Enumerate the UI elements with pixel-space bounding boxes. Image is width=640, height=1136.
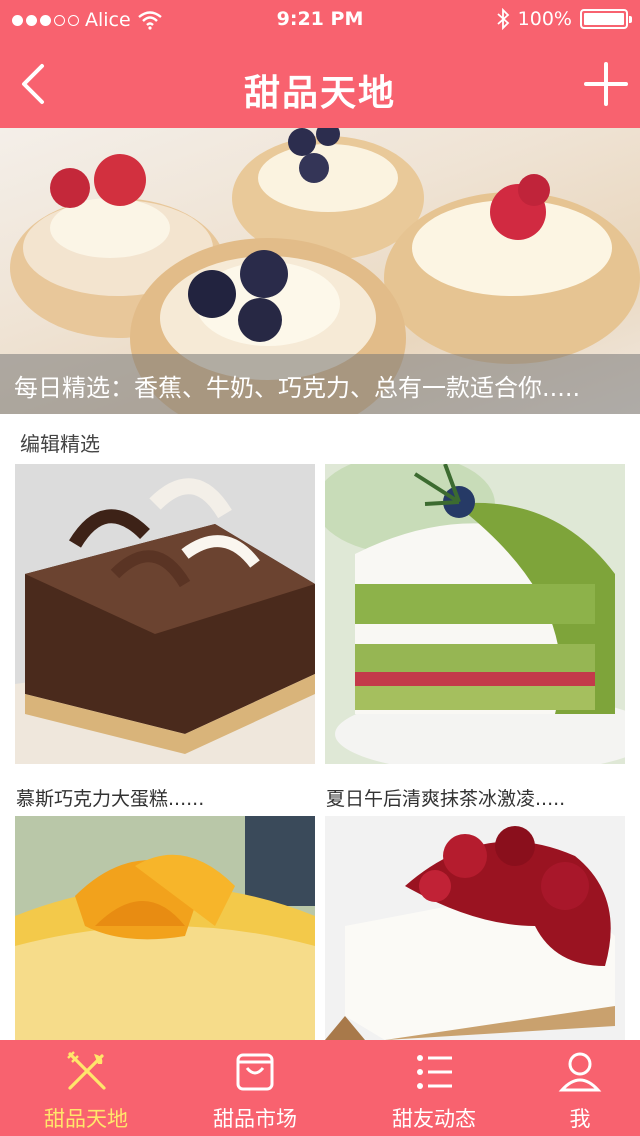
tab-dessert-world[interactable]: 甜品天地 (16, 1040, 156, 1136)
tab-label: 我 (569, 1107, 591, 1131)
tab-label: 甜品市场 (213, 1107, 297, 1131)
app-header: Alice 9:21 PM 100% 甜品天地 (0, 0, 640, 128)
mango-mousse-image (15, 816, 315, 1040)
hero-caption: 每日精选：香蕉、牛奶、巧克力、总有一款适合你..... (0, 354, 640, 414)
tab-friends-feed[interactable]: 甜友动态 (364, 1040, 504, 1136)
status-bar: Alice 9:21 PM 100% (0, 0, 640, 40)
grid-item-label[interactable]: 慕斯巧克力大蛋糕...... (16, 784, 204, 811)
list-icon (417, 1055, 452, 1089)
tab-bar: 甜品天地 甜品市场 甜友动态 我 (0, 1040, 640, 1136)
plus-icon[interactable] (584, 62, 628, 106)
hero-banner[interactable]: 每日精选：香蕉、牛奶、巧克力、总有一款适合你..... (0, 128, 640, 414)
fork-knife-icon (67, 1051, 106, 1090)
bluetooth-icon (497, 8, 509, 30)
grid-item-image[interactable] (325, 816, 625, 1040)
tab-label: 甜品天地 (44, 1107, 128, 1131)
battery-percent: 100% (517, 8, 572, 30)
tab-label: 甜友动态 (392, 1107, 476, 1131)
tab-me[interactable]: 我 (520, 1040, 640, 1136)
shopping-bag-icon (236, 1053, 274, 1091)
grid-item-image[interactable] (15, 816, 315, 1040)
matcha-cake-image (325, 464, 625, 764)
grid-item-label[interactable]: 夏日午后清爽抹茶冰激凌..... (326, 784, 565, 811)
berry-cheesecake-image (325, 816, 625, 1040)
tab-dessert-market[interactable]: 甜品市场 (185, 1040, 325, 1136)
user-icon (558, 1052, 602, 1092)
nav-bar: 甜品天地 (0, 40, 640, 128)
grid-item-image[interactable] (15, 464, 315, 764)
section-title: 编辑精选 (20, 432, 100, 456)
battery-icon (580, 9, 632, 29)
grid-item-image[interactable] (325, 464, 625, 764)
page-title: 甜品天地 (243, 73, 396, 114)
chocolate-cake-image (15, 464, 315, 764)
